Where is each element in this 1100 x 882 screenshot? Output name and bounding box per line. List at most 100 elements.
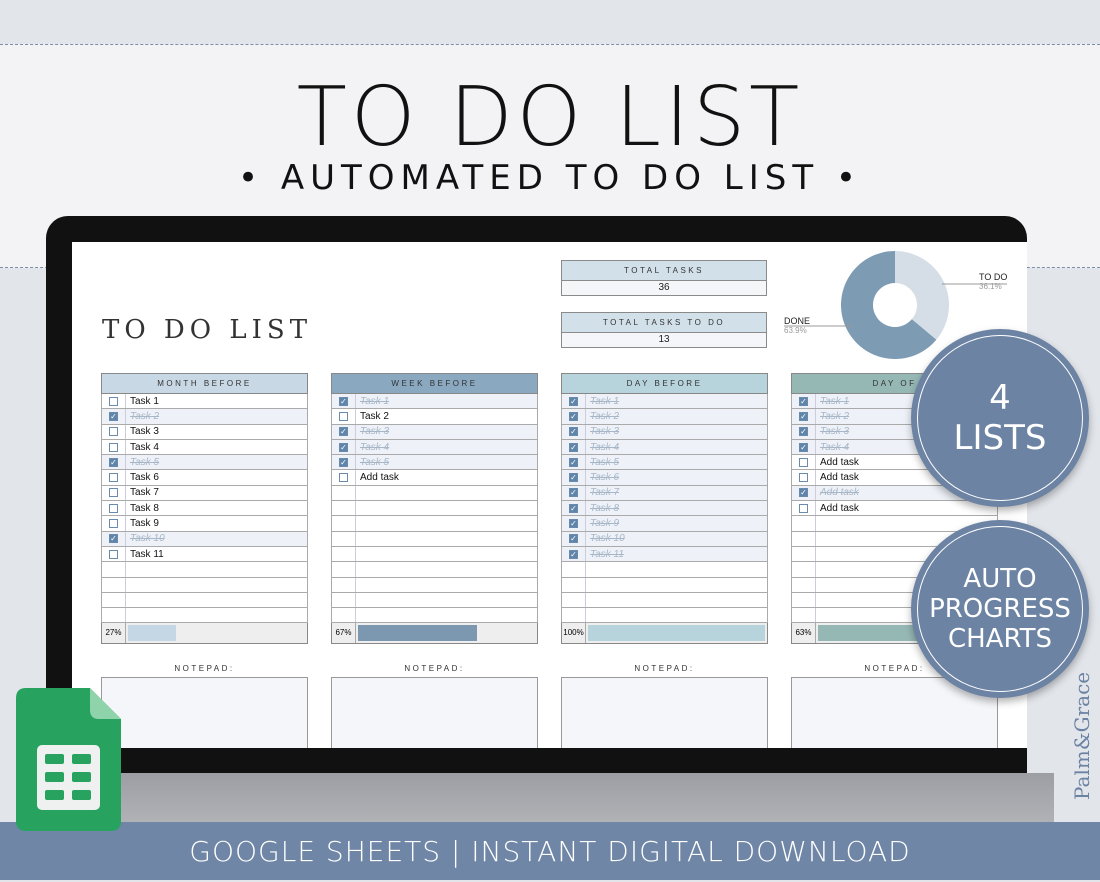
task-text[interactable]: Task 3 [356, 426, 389, 437]
task-checkbox[interactable]: ✓ [799, 397, 808, 406]
task-checkbox[interactable]: ✓ [569, 534, 578, 543]
empty-task-row[interactable] [331, 562, 538, 577]
task-text[interactable]: Task 1 [356, 396, 389, 407]
task-text[interactable]: Add task [816, 472, 859, 483]
task-checkbox[interactable]: ✓ [339, 458, 348, 467]
total-todo-box: TOTAL TASKS TO DO 13 [561, 312, 767, 348]
task-text[interactable]: Task 9 [586, 518, 619, 529]
task-checkbox[interactable] [339, 412, 348, 421]
task-checkbox[interactable]: ✓ [339, 397, 348, 406]
task-checkbox[interactable] [109, 397, 118, 406]
task-text[interactable]: Task 1 [126, 396, 159, 407]
task-checkbox[interactable]: ✓ [569, 473, 578, 482]
empty-task-row[interactable] [561, 578, 768, 593]
task-text[interactable]: Task 10 [126, 533, 165, 544]
task-checkbox[interactable]: ✓ [799, 443, 808, 452]
task-text[interactable]: Task 4 [586, 442, 619, 453]
task-checkbox[interactable]: ✓ [569, 443, 578, 452]
task-text[interactable]: Task 2 [586, 411, 619, 422]
task-checkbox[interactable]: ✓ [799, 427, 808, 436]
task-text[interactable]: Task 2 [126, 411, 159, 422]
task-text[interactable]: Task 8 [586, 503, 619, 514]
empty-task-row[interactable] [101, 562, 308, 577]
task-checkbox[interactable] [799, 458, 808, 467]
task-checkbox[interactable]: ✓ [569, 504, 578, 513]
task-text[interactable]: Task 3 [816, 426, 849, 437]
empty-task-row[interactable] [331, 547, 538, 562]
task-text[interactable]: Task 8 [126, 503, 159, 514]
empty-task-row[interactable] [331, 486, 538, 501]
task-text[interactable]: Task 5 [126, 457, 159, 468]
task-text[interactable]: Add task [816, 487, 859, 498]
task-row: Task 7 [101, 486, 308, 501]
task-text[interactable]: Task 7 [126, 487, 159, 498]
empty-task-row[interactable] [101, 578, 308, 593]
task-checkbox[interactable]: ✓ [339, 427, 348, 436]
task-checkbox[interactable]: ✓ [339, 443, 348, 452]
task-checkbox[interactable] [109, 504, 118, 513]
task-checkbox[interactable]: ✓ [569, 458, 578, 467]
empty-task-row[interactable] [331, 516, 538, 531]
task-text[interactable]: Task 4 [816, 442, 849, 453]
task-checkbox[interactable] [799, 504, 808, 513]
task-checkbox[interactable]: ✓ [569, 488, 578, 497]
task-checkbox[interactable]: ✓ [109, 534, 118, 543]
list-progress: 27% [101, 623, 308, 644]
task-checkbox[interactable]: ✓ [569, 550, 578, 559]
empty-task-row[interactable] [101, 608, 308, 623]
task-text[interactable]: Task 10 [586, 533, 625, 544]
notepad-area[interactable] [101, 677, 308, 748]
task-text[interactable]: Task 2 [816, 411, 849, 422]
task-checkbox[interactable] [109, 488, 118, 497]
task-checkbox[interactable] [109, 550, 118, 559]
task-checkbox[interactable]: ✓ [109, 458, 118, 467]
task-text[interactable]: Task 3 [586, 426, 619, 437]
task-checkbox[interactable] [799, 473, 808, 482]
task-text[interactable]: Task 3 [126, 426, 159, 437]
task-text[interactable]: Task 11 [586, 549, 624, 560]
task-checkbox[interactable] [339, 473, 348, 482]
empty-task-row[interactable] [331, 608, 538, 623]
task-text[interactable]: Task 7 [586, 487, 619, 498]
task-checkbox[interactable]: ✓ [799, 488, 808, 497]
task-text[interactable]: Task 6 [126, 472, 159, 483]
task-row: Task 6 [101, 470, 308, 485]
task-checkbox[interactable] [109, 519, 118, 528]
task-text[interactable]: Task 5 [586, 457, 619, 468]
task-checkbox[interactable]: ✓ [569, 412, 578, 421]
task-text[interactable]: Task 5 [356, 457, 389, 468]
task-text[interactable]: Add task [356, 472, 399, 483]
task-text[interactable]: Add task [816, 503, 859, 514]
task-text[interactable]: Task 4 [126, 442, 159, 453]
empty-task-row[interactable] [561, 562, 768, 577]
task-text[interactable]: Task 1 [816, 396, 849, 407]
task-checkbox[interactable]: ✓ [799, 412, 808, 421]
task-checkbox[interactable] [109, 473, 118, 482]
empty-task-row[interactable] [331, 578, 538, 593]
empty-task-row[interactable] [331, 532, 538, 547]
task-text[interactable]: Task 11 [126, 549, 164, 560]
task-text[interactable]: Task 9 [126, 518, 159, 529]
task-checkbox[interactable] [109, 427, 118, 436]
empty-task-row[interactable] [331, 593, 538, 608]
sheet-title: TO DO LIST [102, 315, 312, 345]
task-checkbox[interactable] [109, 443, 118, 452]
task-row: Task 8 [101, 501, 308, 516]
task-text[interactable]: Task 1 [586, 396, 619, 407]
task-text[interactable]: Task 4 [356, 442, 389, 453]
task-checkbox[interactable]: ✓ [569, 519, 578, 528]
empty-task-row[interactable] [331, 501, 538, 516]
task-checkbox[interactable]: ✓ [569, 397, 578, 406]
empty-task-row[interactable] [561, 608, 768, 623]
task-text[interactable]: Task 2 [356, 411, 389, 422]
total-todo-value: 13 [562, 333, 766, 347]
empty-task-row[interactable] [561, 593, 768, 608]
task-text[interactable]: Add task [816, 457, 859, 468]
task-checkbox[interactable]: ✓ [109, 412, 118, 421]
list-header: WEEK BEFORE [331, 373, 538, 394]
task-text[interactable]: Task 6 [586, 472, 619, 483]
empty-task-row[interactable] [101, 593, 308, 608]
notepad-area[interactable] [561, 677, 768, 748]
task-checkbox[interactable]: ✓ [569, 427, 578, 436]
notepad-area[interactable] [331, 677, 538, 748]
